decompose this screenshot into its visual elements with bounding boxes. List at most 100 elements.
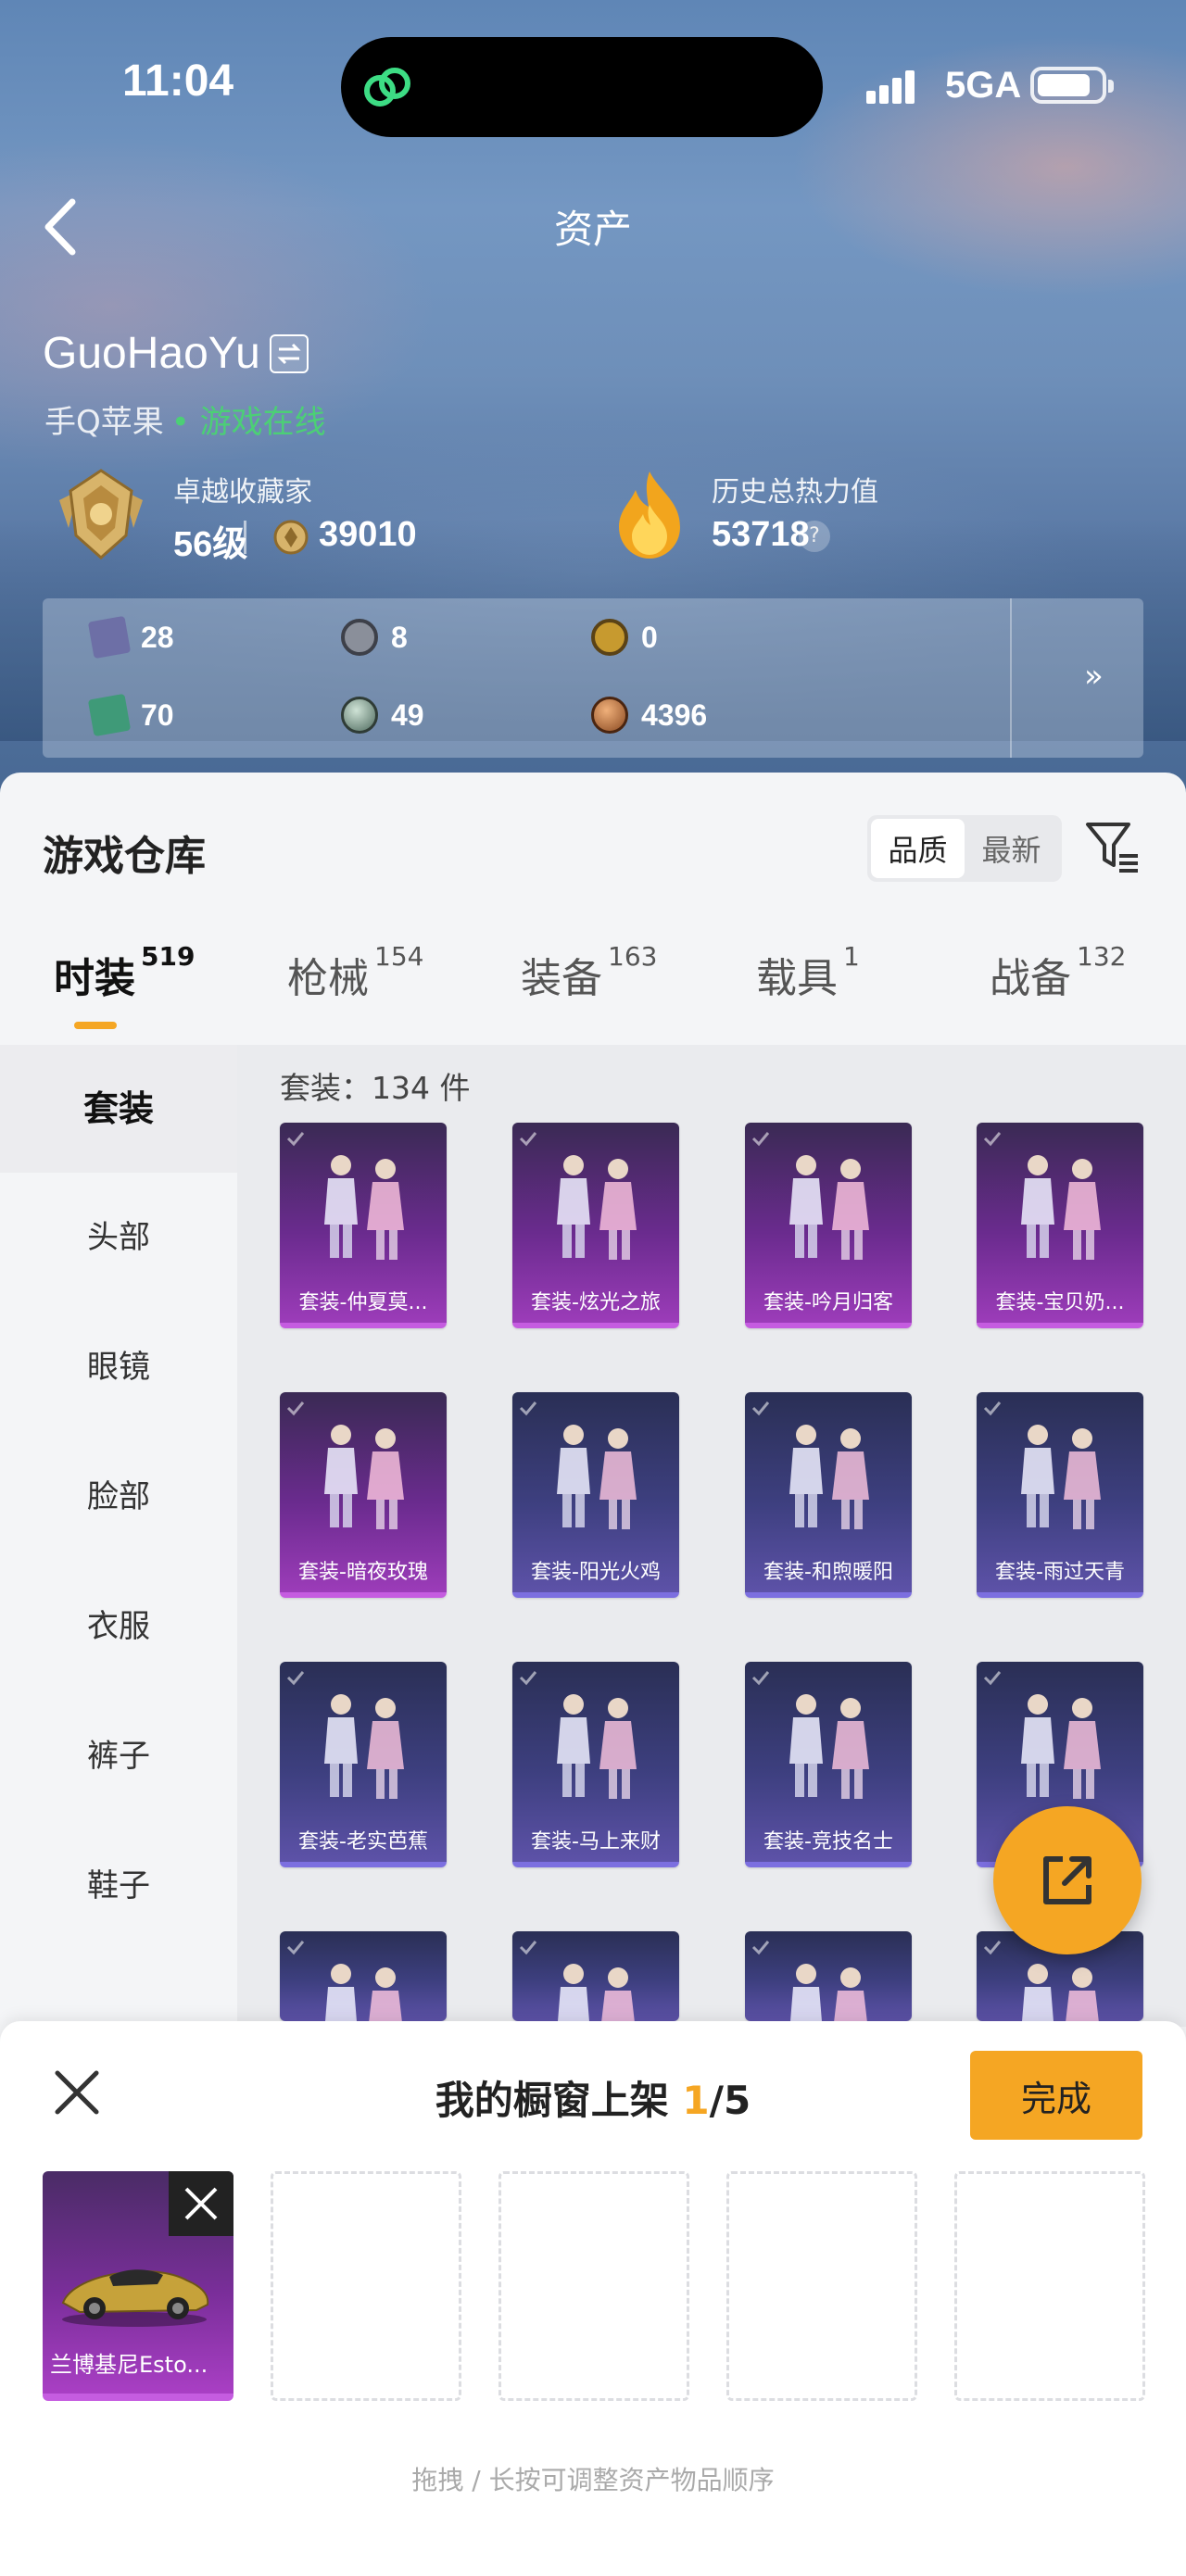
item-card[interactable]: 套装-马上来财	[512, 1662, 679, 1867]
tab-label: 枪械	[287, 955, 369, 1002]
item-card[interactable]	[280, 1931, 447, 2021]
showcase-slot[interactable]: 兰博基尼Esto...	[43, 2171, 233, 2401]
page-title: 资产	[553, 207, 632, 252]
outfit-icon	[1022, 1964, 1099, 2021]
resource-value: 49	[391, 697, 424, 732]
presence-status: • 游戏在线	[170, 404, 326, 441]
check-icon	[751, 1941, 770, 1955]
share-icon	[1043, 1856, 1091, 1904]
tab-label: 战备	[990, 955, 1071, 1002]
showcase-title-text: 我的橱窗上架	[435, 2078, 683, 2123]
resources-more-icon[interactable]: »	[1084, 658, 1104, 695]
outfit-icon	[790, 1964, 867, 2021]
tab-count: 163	[608, 941, 658, 972]
item-card[interactable]	[512, 1931, 679, 2021]
outfit-icon	[557, 1694, 637, 1799]
resource-value: 28	[141, 620, 174, 654]
collector-medal-icon	[59, 469, 143, 560]
item-card[interactable]: 套装-雨过天青	[977, 1392, 1143, 1598]
link-icon	[364, 68, 410, 107]
item-card[interactable]: 套装-宝贝奶...	[977, 1123, 1143, 1328]
item-card[interactable]: 套装-竞技名士	[745, 1662, 912, 1867]
item-card[interactable]: 套装-和煦暖阳	[745, 1392, 912, 1598]
network-type: 5GA	[945, 65, 1022, 106]
sidebar-item-head[interactable]: 头部	[0, 1173, 237, 1302]
item-card[interactable]: 套装-阳光火鸡	[512, 1392, 679, 1598]
tab-fashion[interactable]: 时装 519	[54, 941, 195, 1004]
check-icon	[519, 1132, 537, 1147]
item-card[interactable]: 套装-暗夜玫瑰	[280, 1392, 447, 1598]
tab-supplies[interactable]: 战备 132	[990, 941, 1126, 1004]
resource-value: 8	[391, 620, 408, 654]
done-button[interactable]: 完成	[970, 2051, 1142, 2140]
outfit-icon	[789, 1694, 869, 1799]
item-label: 套装-雨过天青	[995, 1561, 1125, 1584]
outfit-icon	[557, 1425, 637, 1529]
item-label: 套装-竞技名士	[763, 1830, 893, 1853]
check-icon	[751, 1401, 770, 1416]
platform: 手Q苹果	[44, 404, 164, 441]
tab-count: 519	[141, 941, 196, 972]
item-label: 套装-吟月归客	[763, 1291, 893, 1314]
collector-points: 39010	[319, 515, 417, 554]
green-card-icon	[87, 693, 132, 737]
sidebar-item-suit[interactable]: 套装	[0, 1045, 237, 1173]
outfit-icon	[1021, 1694, 1101, 1799]
item-label: 套装-阳光火鸡	[531, 1561, 661, 1584]
empty-slot[interactable]	[954, 2171, 1145, 2401]
outfit-icon	[789, 1155, 869, 1260]
username-text: GuoHaoYu	[43, 329, 260, 378]
sidebar-item-shoes[interactable]: 鞋子	[0, 1821, 237, 1951]
close-icon	[184, 2187, 218, 2220]
heat-value: 53718	[712, 515, 810, 554]
signal-icon	[866, 70, 915, 104]
outfit-icon	[557, 1155, 637, 1260]
sidebar-item-pants[interactable]: 裤子	[0, 1691, 237, 1821]
tab-label: 装备	[521, 955, 602, 1002]
tab-vehicles[interactable]: 载具 1	[756, 941, 860, 1004]
username: GuoHaoYu	[43, 328, 309, 379]
sidebar-item-face[interactable]: 脸部	[0, 1432, 237, 1562]
collector-coin-icon	[273, 520, 309, 555]
heat-label: 历史总热力值	[712, 476, 878, 509]
item-label: 套装-老实芭蕉	[298, 1830, 428, 1853]
item-card[interactable]: 套装-炫光之旅	[512, 1123, 679, 1328]
share-button[interactable]	[993, 1806, 1142, 1954]
check-icon	[286, 1941, 305, 1955]
sidebar-item-clothes[interactable]: 衣服	[0, 1562, 237, 1691]
filter-icon[interactable]	[1082, 817, 1142, 876]
hint-text: 拖拽 / 长按可调整资产物品顺序	[411, 2465, 775, 2495]
tab-equipment[interactable]: 装备 163	[521, 941, 657, 1004]
tab-count: 132	[1077, 941, 1127, 972]
outfit-icon	[324, 1694, 404, 1799]
item-card[interactable]: 套装-老实芭蕉	[280, 1662, 447, 1867]
check-icon	[983, 1671, 1002, 1686]
tab-weapons[interactable]: 枪械 154	[287, 941, 423, 1004]
item-count: 套装：134 件	[280, 1070, 471, 1106]
slot-label: 兰博基尼Esto...	[50, 2352, 208, 2378]
item-label: 套装-马上来财	[531, 1830, 661, 1853]
empty-slot[interactable]	[726, 2171, 917, 2401]
resource-item: 49	[341, 697, 424, 734]
remove-slot-button[interactable]	[169, 2171, 233, 2236]
sort-quality[interactable]: 品质	[871, 819, 965, 878]
help-icon[interactable]: ?	[799, 521, 830, 552]
divider	[1010, 598, 1012, 758]
item-card[interactable]	[745, 1931, 912, 2021]
empty-slot[interactable]	[498, 2171, 689, 2401]
tab-count: 1	[843, 941, 860, 972]
item-label: 套装-仲夏莫...	[298, 1291, 428, 1314]
resource-item: 4396	[591, 697, 707, 734]
sort-newest[interactable]: 最新	[965, 819, 1058, 878]
tab-count: 154	[374, 941, 424, 972]
dynamic-island	[341, 37, 823, 137]
check-icon	[286, 1671, 305, 1686]
swap-account-icon[interactable]	[269, 333, 309, 373]
empty-slot[interactable]	[271, 2171, 461, 2401]
resource-item: 8	[341, 619, 408, 656]
category-tabs: 时装 519 枪械 154 装备 163 载具 1 战备 132	[0, 941, 1186, 1042]
item-card[interactable]: 套装-吟月归客	[745, 1123, 912, 1328]
check-icon	[286, 1132, 305, 1147]
sidebar-item-glasses[interactable]: 眼镜	[0, 1302, 237, 1432]
item-card[interactable]: 套装-仲夏莫...	[280, 1123, 447, 1328]
